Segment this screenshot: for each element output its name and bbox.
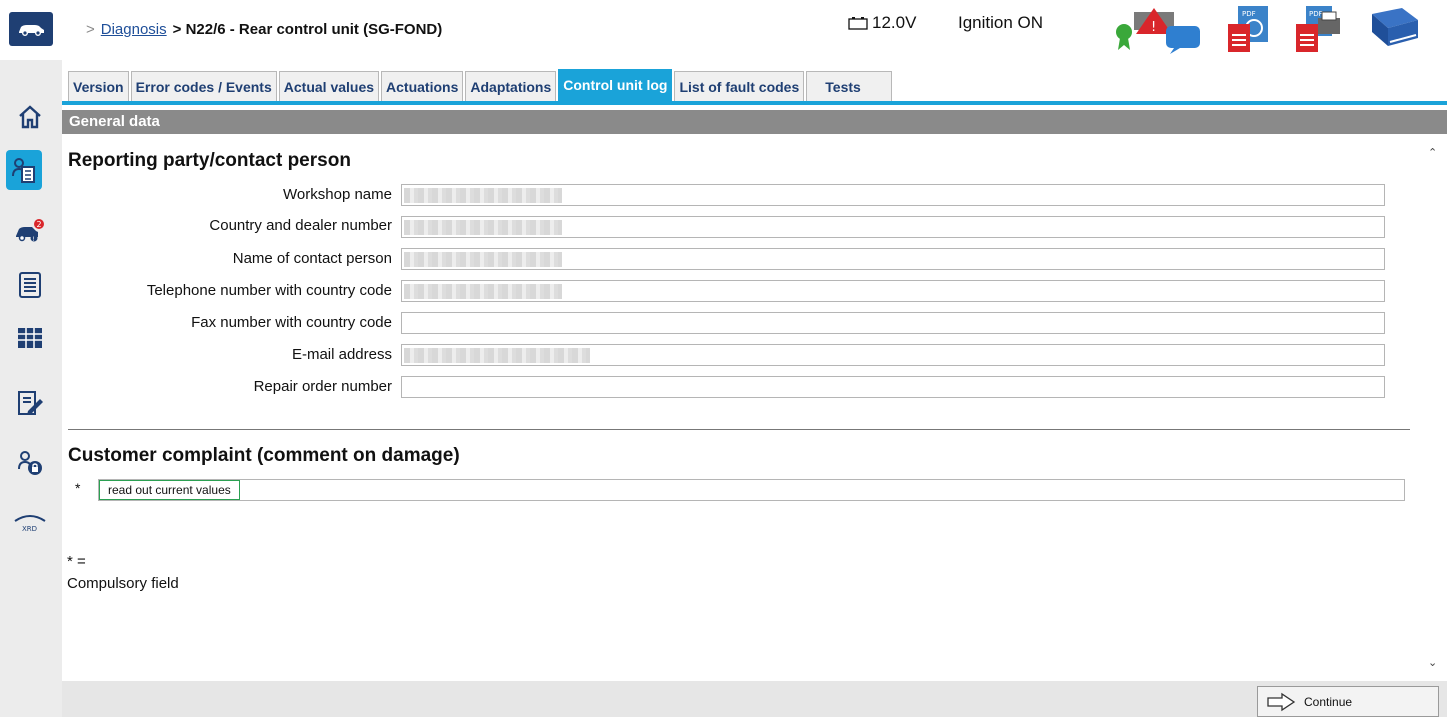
breadcrumb: > Diagnosis > N22/6 - Rear control unit (S… — [86, 21, 442, 38]
required-asterisk: * — [75, 480, 81, 496]
battery-icon — [848, 17, 868, 30]
header-bar: > Diagnosis > N22/6 - Rear control unit (S… — [0, 0, 1447, 60]
contact-person-label: Name of contact person — [232, 250, 392, 267]
car-icon — [19, 25, 44, 36]
email-field[interactable] — [401, 344, 1385, 366]
scroll-up-arrow-icon[interactable]: ⌃ — [1428, 146, 1437, 159]
footnote-asterisk: * = — [67, 553, 86, 570]
section-bar-general-data: General data — [62, 110, 1447, 134]
voltage-indicator: 12.0V — [848, 13, 916, 33]
left-sidebar: ! 2 XRD — [0, 60, 62, 717]
edit-icon[interactable] — [8, 383, 52, 423]
fax-field[interactable] — [401, 312, 1385, 334]
svg-text:!: ! — [1151, 20, 1156, 35]
repair-order-label: Repair order number — [253, 378, 392, 395]
section-divider — [68, 429, 1410, 430]
tab-actuations[interactable]: Actuations — [381, 71, 464, 102]
list-icon[interactable] — [8, 265, 52, 305]
country-dealer-label: Country and dealer number — [209, 217, 392, 234]
bottom-bar — [62, 681, 1447, 717]
repair-order-field[interactable] — [401, 376, 1385, 398]
pdf-print-icon[interactable]: PDF — [1292, 4, 1344, 61]
tab-list-of-fault-codes[interactable]: List of fault codes — [674, 71, 805, 102]
telephone-field[interactable] — [401, 280, 1385, 302]
svg-text:!: ! — [33, 236, 35, 243]
customer-complaint-value[interactable]: read out current values — [99, 480, 240, 500]
telephone-label: Telephone number with country code — [146, 282, 392, 299]
redacted-value — [404, 252, 562, 267]
contact-person-field[interactable] — [401, 248, 1385, 270]
continue-button[interactable]: Continue — [1257, 686, 1439, 717]
xrd-icon[interactable]: XRD — [8, 503, 52, 543]
breadcrumb-separator: > — [86, 21, 95, 38]
breadcrumb-link-diagnosis[interactable]: Diagnosis — [101, 21, 167, 38]
secure-diagnosis-icon[interactable] — [8, 443, 52, 483]
arrow-right-icon — [1267, 692, 1296, 711]
country-dealer-field[interactable] — [401, 216, 1385, 238]
redacted-value — [404, 188, 562, 203]
pdf-export-icon[interactable]: PDF — [1224, 4, 1276, 61]
workshop-name-label: Workshop name — [283, 186, 392, 203]
complaint-heading: Customer complaint (comment on damage) — [68, 445, 460, 466]
tab-bar: Version Error codes / Events Actual valu… — [68, 69, 894, 102]
ignition-status: Ignition ON — [958, 13, 1044, 32]
grid-icon[interactable] — [8, 318, 52, 358]
tab-error-codes-events[interactable]: Error codes / Events — [130, 71, 277, 102]
redacted-value — [404, 220, 562, 235]
svg-text:PDF: PDF — [1309, 10, 1323, 18]
quality-feedback-icon[interactable]: ! — [1114, 4, 1206, 61]
tab-adaptations[interactable]: Adaptations — [465, 71, 557, 102]
diagnosis-icon[interactable] — [6, 150, 42, 190]
continue-label: Continue — [1304, 694, 1353, 709]
breadcrumb-current: > N22/6 - Rear control unit (SG-FOND) — [172, 21, 443, 38]
tab-tests[interactable]: Tests — [806, 71, 893, 102]
scroll-down-arrow-icon[interactable]: ⌄ — [1428, 656, 1437, 669]
redacted-value — [404, 348, 590, 363]
email-label: E-mail address — [291, 346, 392, 363]
redacted-value — [404, 284, 562, 299]
reporting-heading: Reporting party/contact person — [68, 150, 351, 171]
car-menu-button[interactable] — [9, 12, 53, 46]
customer-complaint-input[interactable]: read out current values — [98, 479, 1405, 501]
fault-car-icon[interactable]: ! 2 — [8, 212, 52, 252]
tab-actual-values[interactable]: Actual values — [278, 71, 380, 102]
svg-text:PDF: PDF — [1242, 10, 1256, 18]
xrd-label: XRD — [22, 525, 37, 533]
home-icon[interactable] — [8, 97, 52, 137]
manual-book-icon[interactable] — [1366, 6, 1422, 55]
workshop-name-field[interactable] — [401, 184, 1385, 206]
fax-label: Fax number with country code — [191, 314, 392, 331]
tab-underline — [62, 101, 1447, 105]
tab-version[interactable]: Version — [68, 71, 129, 102]
footnote-compulsory: Compulsory field — [67, 575, 179, 592]
tab-control-unit-log[interactable]: Control unit log — [558, 69, 673, 102]
voltage-value: 12.0V — [872, 13, 917, 32]
fault-badge-count: 2 — [37, 220, 42, 229]
